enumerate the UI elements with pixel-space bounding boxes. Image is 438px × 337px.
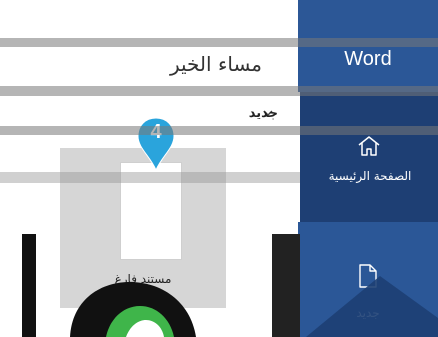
watermark-overlay [22,234,438,337]
